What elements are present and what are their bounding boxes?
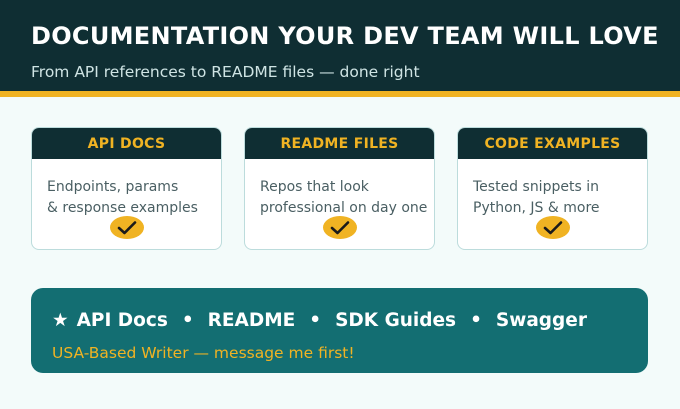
card-line: & response examples xyxy=(47,200,198,216)
card-title: API DOCS xyxy=(32,128,221,159)
card-title: README FILES xyxy=(245,128,434,159)
call-to-action: USA-Based Writer — message me first! xyxy=(52,344,355,362)
check-icon xyxy=(322,216,357,239)
card-description: Repos that look professional on day one xyxy=(245,159,434,219)
star-icon: ★ xyxy=(52,310,69,331)
service-item: API Docs xyxy=(76,310,168,331)
separator-dot: • xyxy=(181,310,194,331)
card-api-docs: API DOCS Endpoints, params & response ex… xyxy=(31,127,222,250)
services-list: ★ API Docs • README • SDK Guides • Swagg… xyxy=(52,310,587,331)
card-line: Tested snippets in xyxy=(473,179,599,195)
check-icon xyxy=(535,216,570,239)
service-item: SDK Guides xyxy=(335,310,457,331)
card-code-examples: CODE EXAMPLES Tested snippets in Python,… xyxy=(457,127,648,250)
card-line: Endpoints, params xyxy=(47,179,179,195)
service-item: Swagger xyxy=(495,310,587,331)
card-readme-files: README FILES Repos that look professiona… xyxy=(244,127,435,250)
accent-stripe xyxy=(0,91,680,97)
card-line: Repos that look xyxy=(260,179,369,195)
separator-dot: • xyxy=(309,310,322,331)
card-description: Tested snippets in Python, JS & more xyxy=(458,159,647,219)
card-line: professional on day one xyxy=(260,200,428,216)
services-banner: ★ API Docs • README • SDK Guides • Swagg… xyxy=(31,288,648,373)
card-description: Endpoints, params & response examples xyxy=(32,159,221,219)
card-title: CODE EXAMPLES xyxy=(458,128,647,159)
header-band: DOCUMENTATION YOUR DEV TEAM WILL LOVE Fr… xyxy=(0,0,680,91)
page-subtitle: From API references to README files — do… xyxy=(31,63,420,81)
card-line: Python, JS & more xyxy=(473,200,600,216)
separator-dot: • xyxy=(470,310,482,331)
check-icon xyxy=(109,216,144,239)
service-item: README xyxy=(207,310,296,331)
page-title: DOCUMENTATION YOUR DEV TEAM WILL LOVE xyxy=(31,22,659,50)
